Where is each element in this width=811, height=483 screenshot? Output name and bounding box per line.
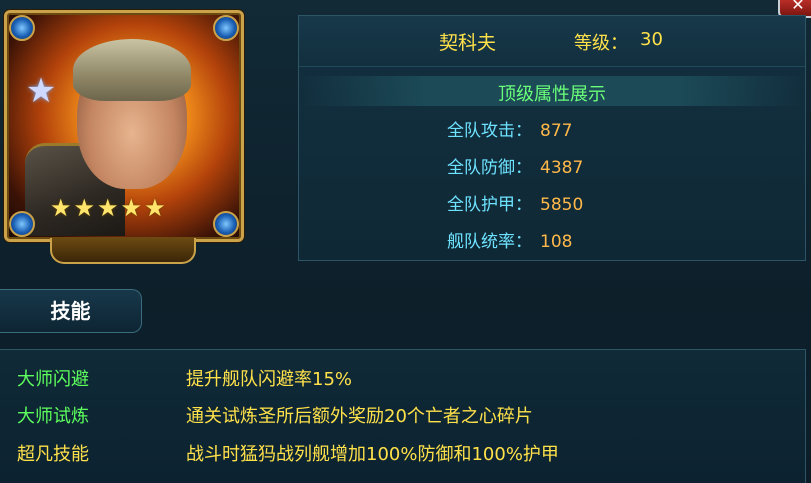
hero-name: 契科夫: [439, 32, 497, 54]
skill-row: 大师试炼 通关试炼圣所后额外奖励20个亡者之心碎片: [0, 396, 805, 432]
star-icon: ★: [144, 194, 166, 222]
tab-skills[interactable]: 技能: [0, 289, 142, 333]
level-value: 30: [640, 29, 663, 50]
attribute-label: 全队防御：: [447, 158, 532, 178]
attribute-value: 4387: [540, 158, 584, 178]
attribute-label: 全队攻击：: [447, 121, 532, 141]
corner-gem-icon: [9, 211, 35, 237]
skill-description: 通关试炼圣所后额外奖励20个亡者之心碎片: [186, 406, 533, 427]
corner-gem-icon: [213, 211, 239, 237]
skill-row: 大师闪避 提升舰队闪避率15%: [0, 359, 805, 395]
level-label: 等级：: [574, 33, 628, 54]
chevron-rank-icon: ★: [25, 71, 57, 111]
attribute-row-defense: 全队防御： 4387: [447, 153, 583, 179]
skill-description: 提升舰队闪避率15%: [186, 369, 353, 390]
skill-name: 大师试炼: [17, 406, 89, 427]
attribute-row-armor: 全队护甲： 5850: [447, 190, 583, 216]
corner-gem-icon: [9, 15, 35, 41]
star-icon: ★: [73, 194, 96, 222]
portrait-pedestal: [50, 238, 196, 264]
corner-gem-icon: [213, 15, 239, 41]
attribute-row-attack: 全队攻击： 877: [447, 116, 572, 142]
skill-description: 战斗时猛犸战列舰增加100%防御和100%护甲: [186, 444, 559, 465]
close-icon: ✕: [791, 0, 805, 14]
star-icon: ★: [50, 194, 72, 222]
hero-info-header: 契科夫 等级： 30: [299, 16, 805, 67]
attribute-value: 108: [540, 232, 573, 252]
skill-name: 大师闪避: [17, 369, 89, 390]
star-icon: ★: [120, 194, 143, 222]
attribute-label: 全队护甲：: [447, 195, 532, 215]
star-icon: ★: [97, 194, 119, 222]
attributes-section-title: 顶级属性展示: [498, 84, 606, 105]
hero-info-panel: 契科夫 等级： 30 顶级属性展示 全队攻击： 877 全队防御： 4387 全队护…: [298, 15, 806, 261]
attribute-value: 5850: [540, 195, 584, 215]
hero-hair: [73, 39, 191, 101]
attributes-section-bar: 顶级属性展示: [299, 76, 805, 106]
skill-name: 超凡技能: [17, 444, 89, 465]
attribute-label: 舰队统率：: [447, 232, 532, 252]
hero-star-rating: ★ ★ ★ ★ ★: [50, 196, 166, 220]
attribute-row-command: 舰队统率： 108: [447, 227, 572, 253]
skill-row: 超凡技能 战斗时猛犸战列舰增加100%防御和100%护甲: [0, 434, 805, 470]
attribute-value: 877: [540, 121, 573, 141]
skills-panel: 大师闪避 提升舰队闪避率15% 大师试炼 通关试炼圣所后额外奖励20个亡者之心碎…: [0, 349, 806, 483]
